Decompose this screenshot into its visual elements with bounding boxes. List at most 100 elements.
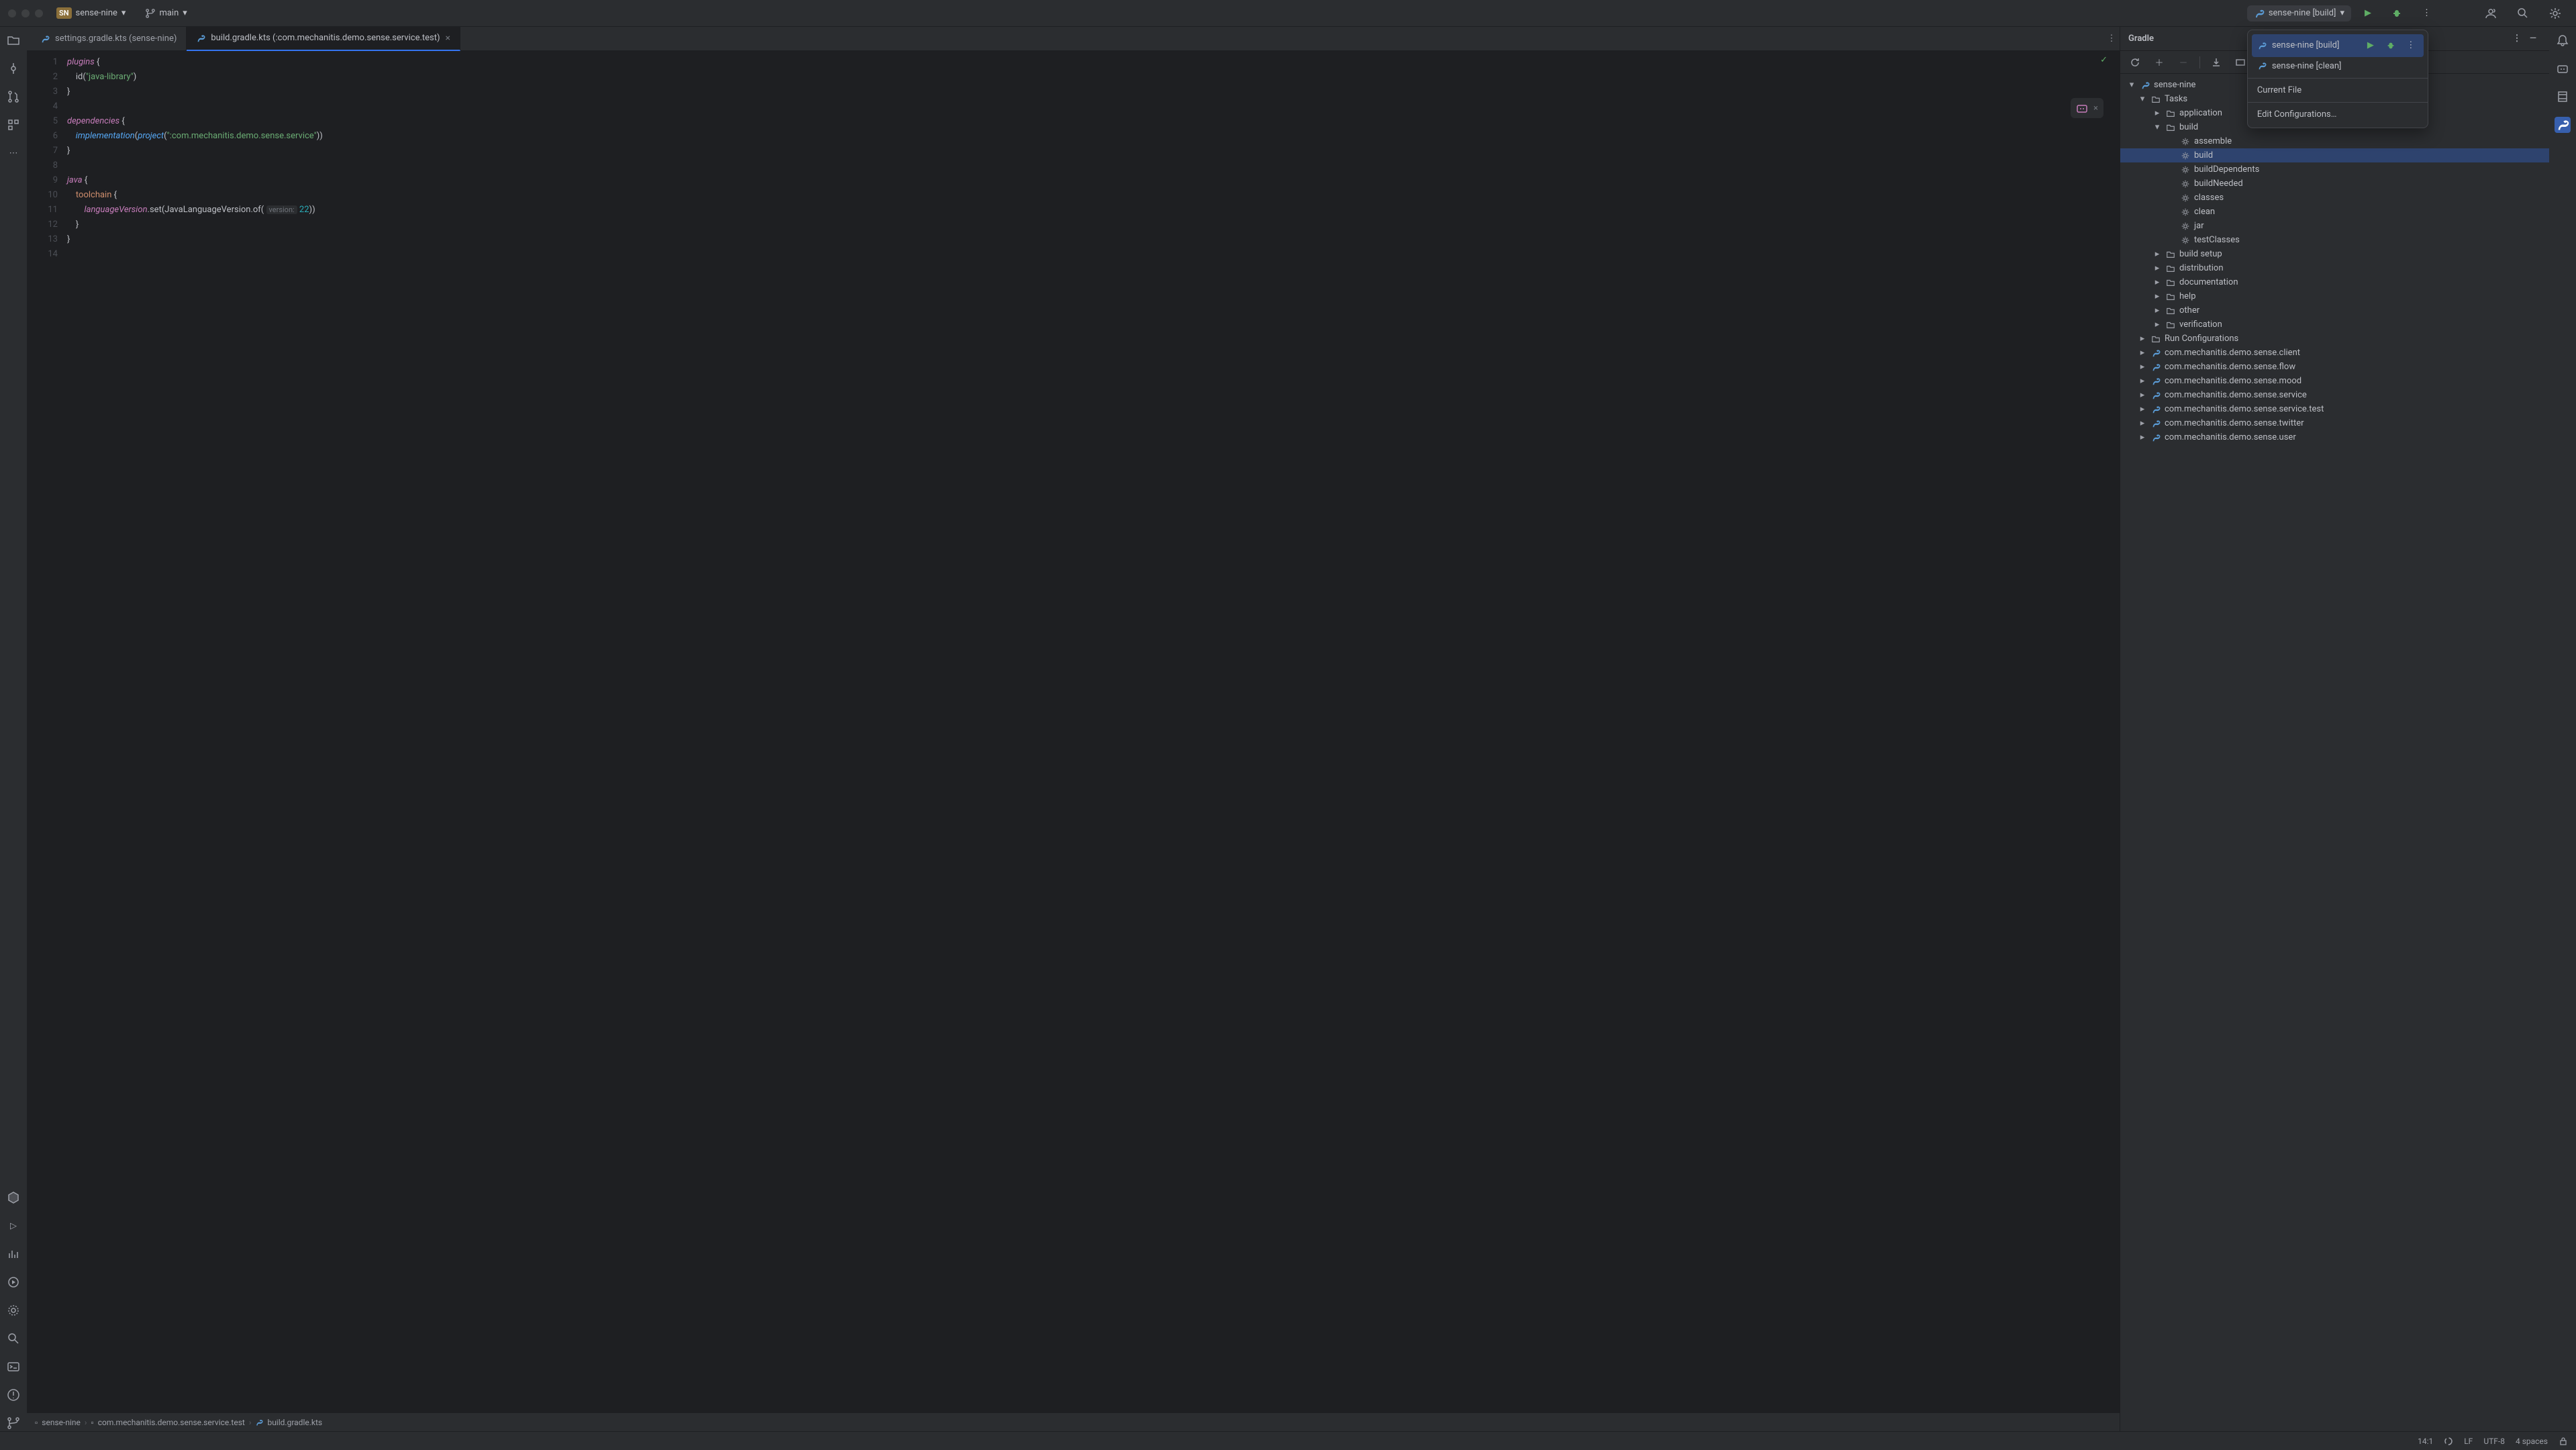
- line-separator[interactable]: LF: [2464, 1437, 2473, 1446]
- chevron-icon: ▸: [2152, 108, 2162, 118]
- gradle-task[interactable]: testClasses: [2120, 233, 2549, 247]
- editor-tab[interactable]: build.gradle.kts (:com.mechanitis.demo.s…: [187, 27, 460, 51]
- gradle-icon: [2151, 362, 2161, 372]
- run-tool-icon[interactable]: ▷: [5, 1218, 21, 1234]
- task-group[interactable]: ▸other: [2120, 303, 2549, 318]
- current-file-label: Current File: [2257, 85, 2301, 95]
- chevron-icon: ▾: [2138, 94, 2147, 104]
- debug-button[interactable]: [2385, 5, 2409, 21]
- project-selector[interactable]: SN sense-nine ▾: [50, 5, 132, 21]
- close-window[interactable]: [8, 9, 16, 17]
- chevron-icon: ▸: [2138, 418, 2147, 428]
- chevron-icon: ▸: [2138, 432, 2147, 442]
- gradle-task[interactable]: jar: [2120, 219, 2549, 233]
- add-icon[interactable]: ＋: [2151, 54, 2167, 70]
- file-encoding[interactable]: UTF-8: [2483, 1437, 2505, 1446]
- chevron-icon: ▾: [2127, 80, 2136, 90]
- refresh-icon[interactable]: [2127, 54, 2143, 70]
- task-group[interactable]: ▸help: [2120, 289, 2549, 303]
- gradle-tool-icon[interactable]: [2555, 117, 2571, 133]
- gradle-task[interactable]: classes: [2120, 191, 2549, 205]
- services-tool-icon[interactable]: [5, 1274, 21, 1290]
- find-tool-icon[interactable]: [5, 1331, 21, 1347]
- tab-options-icon[interactable]: ⋮: [2103, 31, 2120, 47]
- search-everywhere-icon[interactable]: [2510, 5, 2536, 22]
- progress-icon[interactable]: [2444, 1437, 2453, 1446]
- debug-icon[interactable]: [2383, 38, 2398, 53]
- current-file-option[interactable]: Current File: [2248, 81, 2428, 99]
- gradle-module[interactable]: ▸com.mechanitis.demo.sense.service: [2120, 388, 2549, 402]
- panel-options-icon[interactable]: ⋮: [2509, 31, 2525, 47]
- terminal-tool-icon[interactable]: [5, 1359, 21, 1375]
- code-with-me-icon[interactable]: [2478, 5, 2504, 22]
- gradle-task[interactable]: buildNeeded: [2120, 177, 2549, 191]
- readonly-lock-icon[interactable]: [2559, 1437, 2568, 1446]
- run-configuration-selector[interactable]: sense-nine [build] ▾ sense-nine [build] …: [2247, 5, 2351, 21]
- line-number: 5: [27, 114, 58, 129]
- close-tab-icon[interactable]: ×: [446, 33, 450, 44]
- gradle-module[interactable]: ▸com.mechanitis.demo.sense.twitter: [2120, 416, 2549, 430]
- gradle-module[interactable]: ▸com.mechanitis.demo.sense.flow: [2120, 360, 2549, 374]
- breadcrumb-item[interactable]: sense-nine: [42, 1418, 81, 1427]
- more-tools-icon[interactable]: ⋯: [5, 145, 21, 161]
- code-content[interactable]: plugins { id("java-library") } dependenc…: [67, 51, 2120, 1412]
- code-editor[interactable]: 1 2 3 4 5 6 7 8 9 10 11 12 13 14 plugins…: [27, 51, 2120, 1412]
- gradle-task[interactable]: build: [2120, 148, 2549, 162]
- run-button[interactable]: ▶: [2358, 5, 2378, 21]
- right-tool-rail: [2549, 27, 2576, 1431]
- more-icon[interactable]: ⋮: [2404, 38, 2418, 53]
- editor-tab[interactable]: settings.gradle.kts (sense-nine): [31, 27, 187, 51]
- chevron-down-icon: ▾: [183, 8, 187, 18]
- task-group[interactable]: ▸verification: [2120, 318, 2549, 332]
- pull-requests-icon[interactable]: [5, 89, 21, 105]
- git-tool-icon[interactable]: [5, 1415, 21, 1431]
- task-group[interactable]: ▸build setup: [2120, 247, 2549, 261]
- chevron-icon: ▸: [2152, 277, 2162, 287]
- notifications-icon[interactable]: [2555, 32, 2571, 48]
- run-config-option[interactable]: sense-nine [clean]: [2248, 57, 2428, 75]
- minimize-window[interactable]: [21, 9, 30, 17]
- commit-tool-icon[interactable]: [5, 60, 21, 77]
- build-tool-icon[interactable]: [5, 1190, 21, 1206]
- breadcrumb-item[interactable]: com.mechanitis.demo.sense.service.test: [98, 1418, 245, 1427]
- database-icon[interactable]: [2555, 89, 2571, 105]
- dependencies-tool-icon[interactable]: [5, 1302, 21, 1318]
- run-configs-folder[interactable]: ▸Run Configurations: [2120, 332, 2549, 346]
- gradle-task[interactable]: assemble: [2120, 134, 2549, 148]
- settings-icon[interactable]: [2542, 5, 2568, 22]
- maximize-window[interactable]: [35, 9, 43, 17]
- gradle-task[interactable]: buildDependents: [2120, 162, 2549, 177]
- problems-tool-icon[interactable]: [5, 1387, 21, 1403]
- inspection-ok-icon[interactable]: ✓: [2100, 55, 2108, 65]
- ai-assistant-icon[interactable]: [2555, 60, 2571, 77]
- status-bar: 14:1 LF UTF-8 4 spaces: [0, 1431, 2576, 1450]
- download-sources-icon[interactable]: [2208, 54, 2224, 70]
- run-icon[interactable]: ▶: [2363, 38, 2378, 53]
- navigation-breadcrumb: ▫ sense-nine › ▫ com.mechanitis.demo.sen…: [27, 1412, 2120, 1431]
- gear-icon: [2181, 137, 2190, 146]
- ai-assistant-chip[interactable]: ×: [2071, 98, 2103, 118]
- cursor-position[interactable]: 14:1: [2418, 1437, 2433, 1446]
- indent-setting[interactable]: 4 spaces: [2516, 1437, 2548, 1446]
- structure-tool-icon[interactable]: [5, 117, 21, 133]
- breadcrumb-item[interactable]: build.gradle.kts: [267, 1418, 322, 1427]
- minimize-panel-icon[interactable]: —: [2525, 31, 2541, 47]
- task-group[interactable]: ▸distribution: [2120, 261, 2549, 275]
- task-group[interactable]: ▸documentation: [2120, 275, 2549, 289]
- git-branch-selector[interactable]: main ▾: [139, 5, 193, 21]
- chevron-icon: ▸: [2152, 320, 2162, 330]
- profiler-tool-icon[interactable]: [5, 1246, 21, 1262]
- editor-tabstrip: settings.gradle.kts (sense-nine) build.g…: [27, 27, 2120, 51]
- close-icon[interactable]: ×: [2093, 103, 2098, 113]
- gradle-module[interactable]: ▸com.mechanitis.demo.sense.service.test: [2120, 402, 2549, 416]
- gradle-module[interactable]: ▸com.mechanitis.demo.sense.user: [2120, 430, 2549, 444]
- toggle-offline-icon[interactable]: [2232, 54, 2248, 70]
- gradle-module[interactable]: ▸com.mechanitis.demo.sense.client: [2120, 346, 2549, 360]
- edit-configurations[interactable]: Edit Configurations…: [2248, 105, 2428, 124]
- project-tool-icon[interactable]: [5, 32, 21, 48]
- more-actions-button[interactable]: ⋮: [2416, 5, 2438, 21]
- gradle-module[interactable]: ▸com.mechanitis.demo.sense.mood: [2120, 374, 2549, 388]
- gradle-file-icon: [40, 34, 50, 44]
- gradle-task[interactable]: clean: [2120, 205, 2549, 219]
- run-config-option[interactable]: sense-nine [build] ▶ ⋮: [2252, 34, 2424, 57]
